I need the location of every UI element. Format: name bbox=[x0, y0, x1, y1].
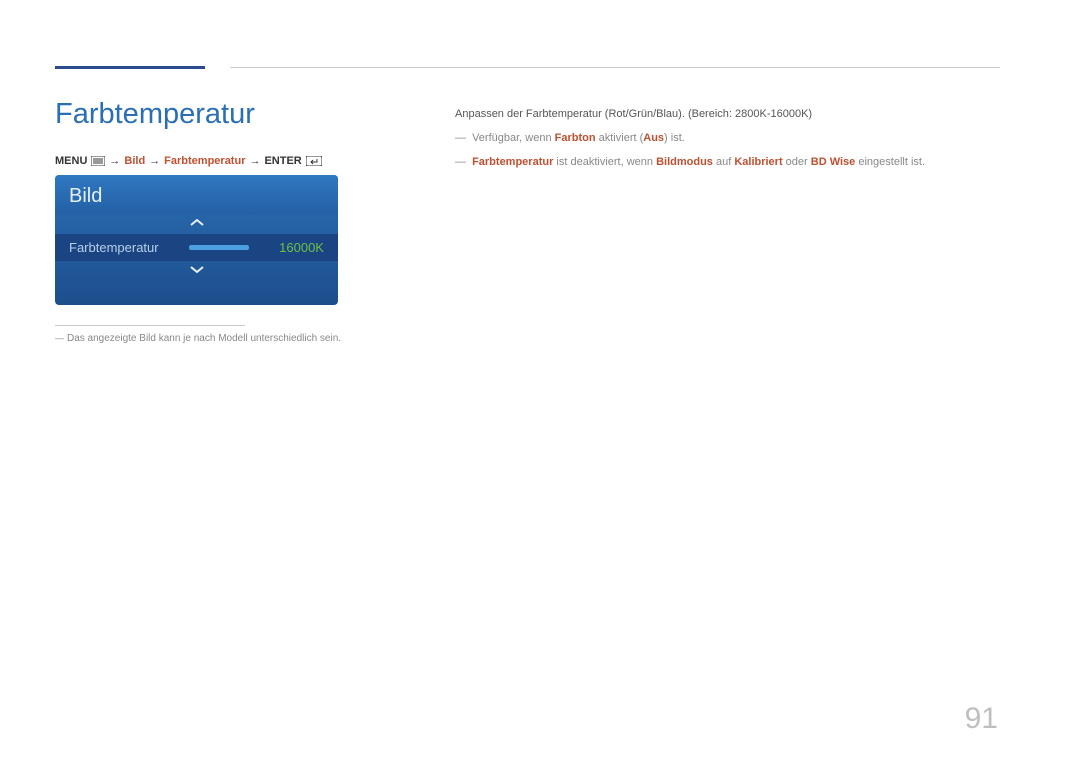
top-horizontal-rule bbox=[230, 67, 1000, 68]
page-title: Farbtemperatur bbox=[55, 98, 255, 131]
nav-arrow: → bbox=[109, 155, 120, 167]
osd-slider[interactable] bbox=[189, 245, 249, 250]
right-column: Anpassen der Farbtemperatur (Rot/Grün/Bl… bbox=[455, 105, 1000, 172]
osd-header: Bild bbox=[55, 175, 338, 214]
menu-navigation-path: MENU → Bild → Farbtemperatur → ENTER bbox=[55, 155, 322, 167]
note-line-1: Verfügbar, wenn Farbton aktiviert (Aus) … bbox=[455, 129, 1000, 149]
osd-slider-fill bbox=[189, 245, 249, 250]
footnote-left: Das angezeigte Bild kann je nach Modell … bbox=[55, 333, 341, 344]
page-number: 91 bbox=[965, 702, 998, 736]
osd-arrow-up-row[interactable] bbox=[55, 214, 338, 234]
note-line-2: Farbtemperatur ist deaktiviert, wenn Bil… bbox=[455, 153, 1000, 173]
osd-item-label: Farbtemperatur bbox=[69, 240, 159, 255]
osd-arrow-down-row[interactable] bbox=[55, 261, 338, 281]
nav-menu-label: MENU bbox=[55, 155, 87, 167]
nav-bild: Bild bbox=[124, 155, 145, 167]
nav-arrow: → bbox=[249, 155, 260, 167]
short-horizontal-rule bbox=[55, 325, 245, 326]
menu-icon bbox=[91, 155, 105, 167]
osd-item-value: 16000K bbox=[279, 240, 324, 255]
osd-panel: Bild Farbtemperatur 16000K bbox=[55, 175, 338, 305]
top-accent-bar bbox=[55, 66, 205, 69]
chevron-down-icon bbox=[189, 264, 205, 275]
nav-farbtemperatur: Farbtemperatur bbox=[164, 155, 245, 167]
chevron-up-icon bbox=[189, 217, 205, 228]
nav-arrow: → bbox=[149, 155, 160, 167]
description-text: Anpassen der Farbtemperatur (Rot/Grün/Bl… bbox=[455, 105, 1000, 125]
osd-item-row[interactable]: Farbtemperatur 16000K bbox=[55, 234, 338, 261]
enter-icon bbox=[306, 155, 322, 167]
nav-enter-label: ENTER bbox=[264, 155, 301, 167]
